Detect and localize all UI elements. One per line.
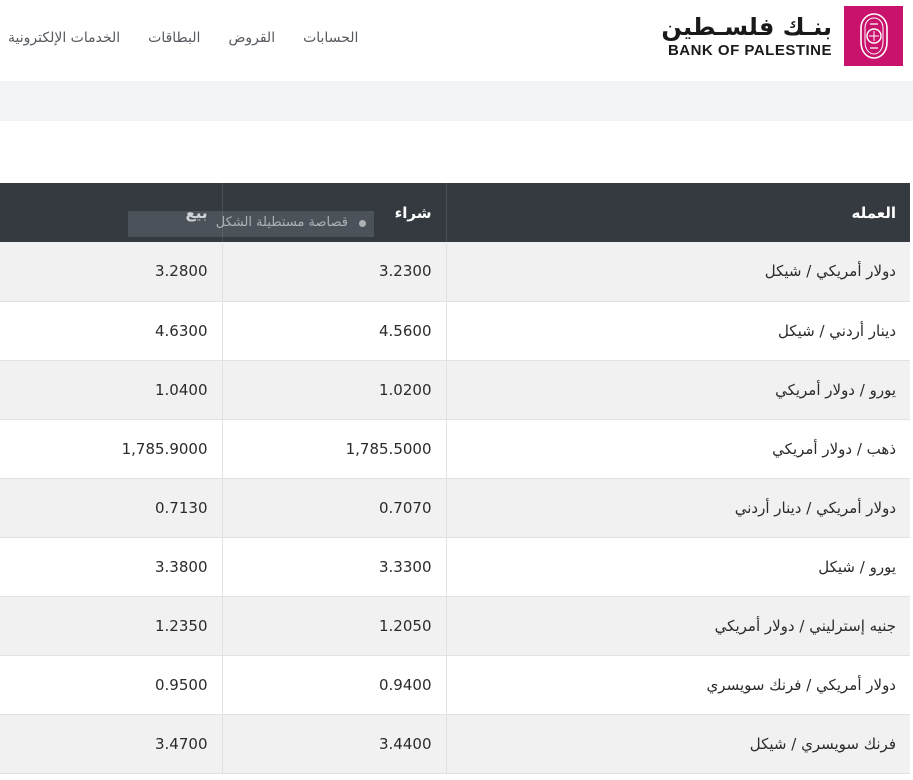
currency-pair: جنيه إسترليني / دولار أمريكي (445, 596, 910, 656)
sell-rate: 1,785.9000 (0, 419, 222, 479)
table-row: فرنك سويسري / شيكل 3.4400 3.4700 (0, 714, 910, 774)
table-row: جنيه إسترليني / دولار أمريكي 1.2050 1.23… (0, 596, 910, 656)
buy-rate: 3.3300 (221, 537, 446, 597)
buy-rate: 1.0200 (221, 360, 446, 420)
currency-pair: دولار أمريكي / فرنك سويسري (445, 655, 910, 715)
table-row: دولار أمريكي / شيكل 3.2300 3.2800 (0, 242, 910, 302)
table-row: دولار أمريكي / فرنك سويسري 0.9400 0.9500 (0, 655, 910, 715)
bank-logo[interactable]: بنـك فلسـطين BANK OF PALESTINE (661, 6, 903, 66)
currency-pair: يورو / دولار أمريكي (445, 360, 910, 420)
sell-rate: 1.2350 (0, 596, 222, 656)
currency-pair: فرنك سويسري / شيكل (445, 714, 910, 774)
logo-arabic-name: بنـك فلسـطين (661, 13, 832, 41)
buy-rate: 3.4400 (221, 714, 446, 774)
buy-rate: 0.7070 (221, 478, 446, 538)
nav-item-accounts[interactable]: الحسابات (303, 28, 358, 48)
bank-emblem-icon (844, 6, 903, 66)
buy-rate: 1,785.5000 (221, 419, 446, 479)
currency-pair: دينار أردني / شيكل (445, 301, 910, 361)
table-row: ذهب / دولار أمريكي 1,785.5000 1,785.9000 (0, 419, 910, 479)
logo-english-name: BANK OF PALESTINE (667, 42, 832, 59)
logo-text: بنـك فلسـطين BANK OF PALESTINE (661, 12, 832, 60)
table-row: يورو / شيكل 3.3300 3.3800 (0, 537, 910, 597)
bullet-icon (359, 220, 366, 227)
buy-rate: 4.5600 (221, 301, 446, 361)
nav-item-cards[interactable]: البطاقات (148, 28, 200, 48)
sell-rate: 0.7130 (0, 478, 222, 538)
main-nav: الخدمات الإلكترونية البطاقات القروض الحس… (8, 28, 358, 48)
table-row: يورو / دولار أمريكي 1.0200 1.0400 (0, 360, 910, 420)
currency-pair: يورو / شيكل (445, 537, 910, 597)
currency-pair: ذهب / دولار أمريكي (445, 419, 910, 479)
currency-pair: دولار أمريكي / دينار أردني (445, 478, 910, 538)
exchange-rates-table: العمله شراء بيع دولار أمريكي / شيكل 3.23… (0, 183, 910, 774)
sell-rate: 0.9500 (0, 655, 222, 715)
snip-overlay-label: قصاصة مستطيلة الشكل (128, 211, 374, 237)
table-row: دينار أردني / شيكل 4.5600 4.6300 (0, 301, 910, 361)
sell-rate: 1.0400 (0, 360, 222, 420)
sell-rate: 3.4700 (0, 714, 222, 774)
sell-rate: 3.2800 (0, 242, 222, 302)
header-currency: العمله (445, 183, 910, 242)
page-band (0, 81, 913, 121)
nav-item-loans[interactable]: القروض (228, 28, 275, 48)
currency-pair: دولار أمريكي / شيكل (445, 242, 910, 302)
buy-rate: 0.9400 (221, 655, 446, 715)
buy-rate: 1.2050 (221, 596, 446, 656)
sell-rate: 3.3800 (0, 537, 222, 597)
snip-overlay-text: قصاصة مستطيلة الشكل (215, 215, 348, 230)
sell-rate: 4.6300 (0, 301, 222, 361)
table-row: دولار أمريكي / دينار أردني 0.7070 0.7130 (0, 478, 910, 538)
buy-rate: 3.2300 (221, 242, 446, 302)
site-header: الخدمات الإلكترونية البطاقات القروض الحس… (0, 0, 913, 81)
nav-item-e-services[interactable]: الخدمات الإلكترونية (8, 28, 120, 48)
